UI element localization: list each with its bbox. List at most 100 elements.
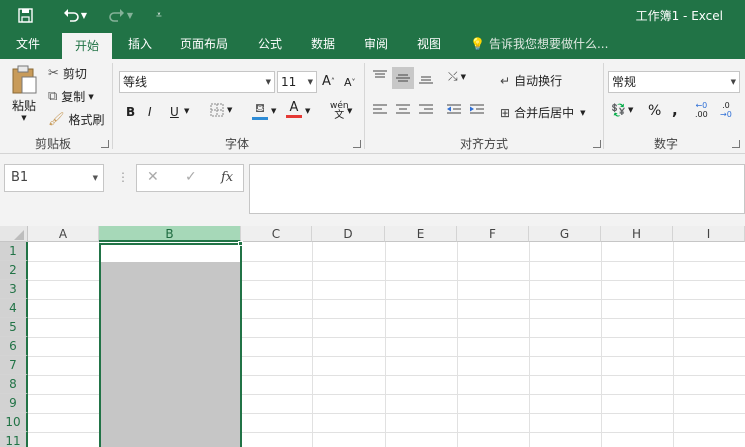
column-header-i[interactable]: I <box>673 226 745 242</box>
row-header-10[interactable]: 10 <box>0 413 28 432</box>
column-header-a[interactable]: A <box>28 226 99 242</box>
font-size-value: 11 <box>281 75 297 89</box>
customize-qat-button[interactable]: ⩡ <box>150 4 168 26</box>
align-left-icon <box>373 104 387 114</box>
decrease-decimal-button[interactable]: .0 →0 <box>720 101 732 119</box>
row-header-11[interactable]: 11 <box>0 432 28 447</box>
font-name-select[interactable]: 等线 ▼ <box>119 71 275 93</box>
selected-range-b[interactable] <box>99 243 242 447</box>
confirm-edit-button[interactable]: ✓ <box>185 169 197 185</box>
tab-file[interactable]: 文件 <box>6 30 50 59</box>
column-header-e[interactable]: E <box>385 226 457 242</box>
decrease-decimal-label: .0 <box>722 101 730 110</box>
orientation-button[interactable]: ⤯ ▼ <box>448 69 466 84</box>
cut-button[interactable]: ✂ 剪切 <box>48 65 87 82</box>
tell-me-box[interactable]: 💡 告诉我您想要做什么... <box>470 30 608 59</box>
column-header-d[interactable]: D <box>312 226 385 242</box>
select-all-button[interactable] <box>0 226 28 242</box>
tab-home[interactable]: 开始 <box>62 33 112 59</box>
align-top-button[interactable] <box>372 69 388 85</box>
chevron-down-icon: ▼ <box>80 10 88 20</box>
italic-button[interactable]: I <box>148 105 152 119</box>
chevron-down-icon[interactable]: ▼ <box>271 107 276 115</box>
column-header-f[interactable]: F <box>457 226 529 242</box>
format-painter-button[interactable]: 🖌 格式刷 <box>48 111 105 128</box>
underline-button[interactable]: U <box>170 105 179 119</box>
decrease-indent-button[interactable] <box>446 103 462 117</box>
alignment-group-label: 对齐方式 <box>459 137 508 151</box>
column-header-b[interactable]: B <box>99 226 241 242</box>
cut-label: 剪切 <box>62 67 87 81</box>
save-button[interactable] <box>14 4 36 26</box>
name-box[interactable]: B1 ▼ <box>4 164 104 192</box>
wrap-text-button[interactable]: ↵ 自动换行 <box>500 72 562 89</box>
row-header-5[interactable]: 5 <box>0 318 28 337</box>
formula-buttons: ✕ ✓ fx <box>136 164 244 192</box>
tab-data[interactable]: 数据 <box>302 30 344 59</box>
row-header-8[interactable]: 8 <box>0 375 28 394</box>
bold-button[interactable]: B <box>126 105 135 119</box>
number-format-select[interactable]: 常规 ▼ <box>608 71 740 93</box>
align-left-button[interactable] <box>372 103 388 117</box>
accounting-format-button[interactable]: 💱 ▼ <box>611 103 633 117</box>
paste-button[interactable]: 粘贴 ▼ <box>8 65 40 122</box>
font-launcher-icon[interactable] <box>353 140 361 148</box>
merge-center-button[interactable]: ⊞ 合并后居中 ▼ <box>500 104 585 121</box>
merge-icon: ⊞ <box>500 105 511 120</box>
clipboard-launcher-icon[interactable] <box>101 140 109 148</box>
fill-color-button[interactable]: ⛾ <box>252 101 268 120</box>
tab-view[interactable]: 视图 <box>408 30 450 59</box>
undo-button[interactable]: ▼ <box>58 4 92 26</box>
cancel-edit-button[interactable]: ✕ <box>147 169 159 185</box>
tab-page-layout[interactable]: 页面布局 <box>172 30 236 59</box>
font-name-value: 等线 <box>123 75 148 89</box>
fill-color-bar <box>252 117 268 120</box>
fill-handle[interactable] <box>238 241 243 246</box>
borders-button[interactable]: ▼ <box>210 103 232 117</box>
row-header-9[interactable]: 9 <box>0 394 28 413</box>
tab-review[interactable]: 审阅 <box>356 30 396 59</box>
worksheet-grid[interactable]: A B C D E F G H I 1 2 3 4 5 6 7 8 9 10 1… <box>0 226 745 447</box>
percent-button[interactable]: % <box>648 103 661 119</box>
window-title: 工作簿1 - Excel <box>635 9 723 23</box>
align-bottom-button[interactable] <box>418 69 434 85</box>
increase-decimal-button[interactable]: ←0 .00 <box>695 101 708 119</box>
align-right-button[interactable] <box>418 103 434 117</box>
formula-input[interactable] <box>249 164 745 214</box>
row-header-1[interactable]: 1 <box>0 242 28 261</box>
alignment-launcher-icon[interactable] <box>593 140 601 148</box>
column-header-c[interactable]: C <box>241 226 312 242</box>
grow-font-button[interactable]: A ˄ <box>322 74 335 89</box>
column-header-h[interactable]: H <box>601 226 673 242</box>
tab-insert[interactable]: 插入 <box>118 30 162 59</box>
wrap-text-label: 自动换行 <box>514 74 563 88</box>
copy-icon: ⧉ <box>48 89 58 104</box>
wrap-text-icon: ↵ <box>500 73 511 88</box>
align-center-icon <box>396 104 410 114</box>
phonetic-button[interactable]: wén 文 <box>330 101 349 121</box>
row-header-3[interactable]: 3 <box>0 280 28 299</box>
chevron-down-icon: ▼ <box>126 10 134 20</box>
font-size-select[interactable]: 11 ▼ <box>277 71 317 93</box>
row-header-6[interactable]: 6 <box>0 337 28 356</box>
comma-button[interactable]: , <box>672 101 678 119</box>
insert-function-button[interactable]: fx <box>221 170 233 185</box>
number-launcher-icon[interactable] <box>732 140 740 148</box>
borders-icon <box>210 103 224 117</box>
row-header-4[interactable]: 4 <box>0 299 28 318</box>
chevron-down-icon[interactable]: ▼ <box>305 107 310 115</box>
column-header-g[interactable]: G <box>529 226 601 242</box>
tab-formulas[interactable]: 公式 <box>250 30 290 59</box>
row-header-2[interactable]: 2 <box>0 261 28 280</box>
increase-indent-button[interactable] <box>469 103 485 117</box>
row-header-7[interactable]: 7 <box>0 356 28 375</box>
chevron-down-icon[interactable]: ▼ <box>347 107 352 115</box>
align-middle-button[interactable] <box>392 67 414 89</box>
align-center-button[interactable] <box>395 103 411 117</box>
shrink-font-button[interactable]: A ˅ <box>344 76 356 89</box>
redo-button[interactable]: ▼ <box>104 4 138 26</box>
copy-button[interactable]: ⧉ 复制 ▼ <box>48 88 94 105</box>
ribbon: 粘贴 ▼ ✂ 剪切 ⧉ 复制 ▼ 🖌 格式刷 剪贴板 等线 ▼ 11 ▼ A ˄ A ˅ B … <box>0 59 745 154</box>
font-color-button[interactable]: A <box>286 101 302 118</box>
chevron-down-icon[interactable]: ▼ <box>184 107 189 115</box>
